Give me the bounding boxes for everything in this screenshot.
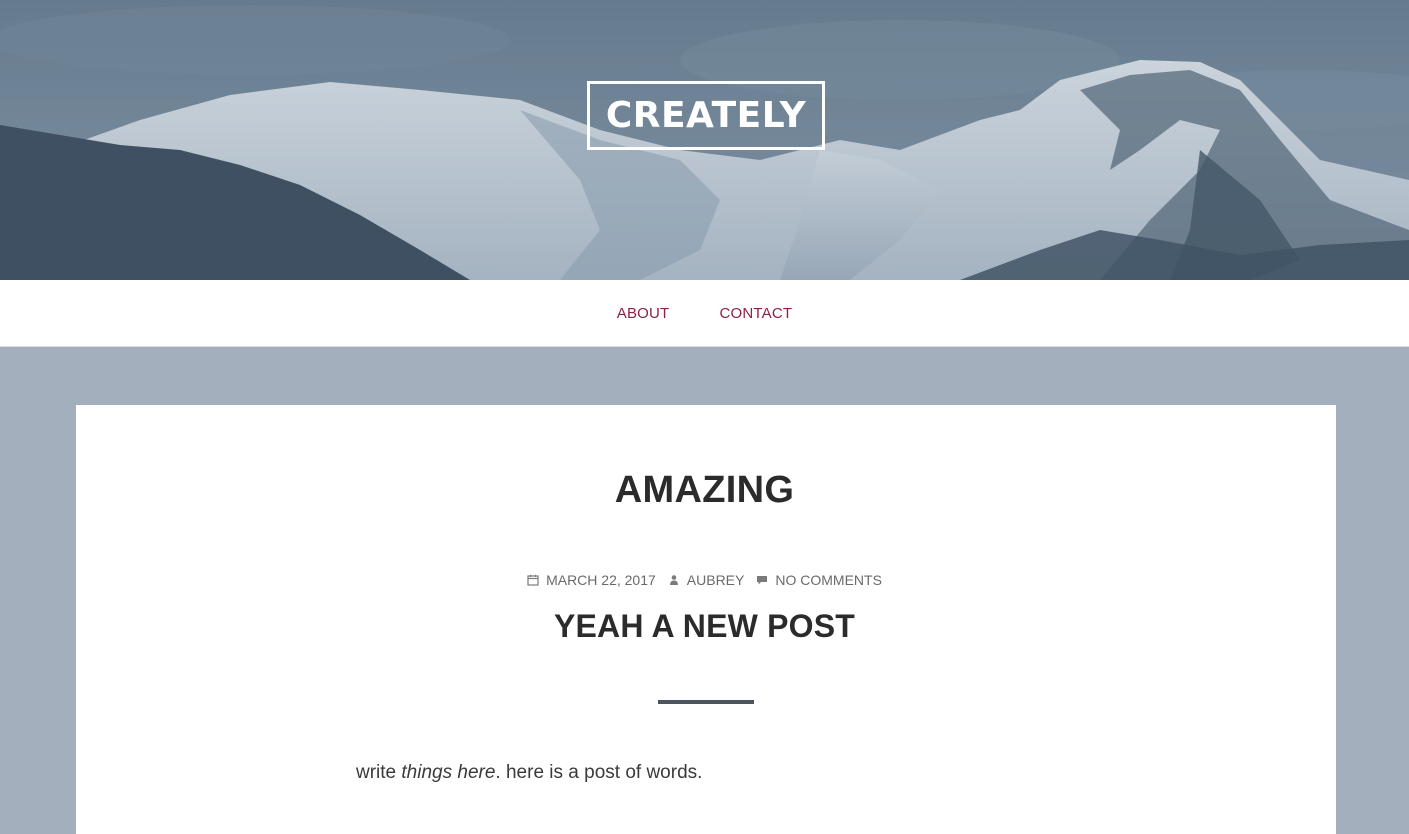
- post-date: MARCH 22, 2017: [527, 572, 656, 588]
- post-title: YEAH A NEW POST: [0, 604, 1409, 648]
- title-divider: [658, 700, 754, 704]
- site-title-link[interactable]: CREATELY: [587, 81, 825, 150]
- post-body-emphasis: things here: [401, 762, 496, 783]
- post-date-link[interactable]: MARCH 22, 2017: [546, 572, 656, 588]
- page-heading: AMAZING: [614, 469, 795, 511]
- comment-icon: [757, 576, 768, 585]
- post-body: write things here. here is a post of wor…: [356, 762, 702, 784]
- calendar-icon: [527, 574, 539, 586]
- post-meta: MARCH 22, 2017 AUBREY NO COMMENTS: [0, 572, 1409, 588]
- primary-navigation: ABOUT CONTACT: [0, 280, 1409, 347]
- post-body-text-start: write: [356, 762, 402, 783]
- site-header: CREATELY: [0, 0, 1409, 280]
- post-body-text-end: . here is a post of words.: [495, 762, 703, 783]
- nav-item-contact[interactable]: CONTACT: [719, 305, 792, 322]
- post-comments: NO COMMENTS: [756, 572, 882, 588]
- nav-item-about[interactable]: ABOUT: [617, 305, 670, 322]
- post-author: AUBREY: [668, 572, 745, 588]
- post-author-link[interactable]: AUBREY: [687, 572, 745, 588]
- post-title-link[interactable]: YEAH A NEW POST: [554, 608, 855, 644]
- post-comments-link[interactable]: NO COMMENTS: [775, 572, 882, 588]
- user-icon: [669, 575, 678, 585]
